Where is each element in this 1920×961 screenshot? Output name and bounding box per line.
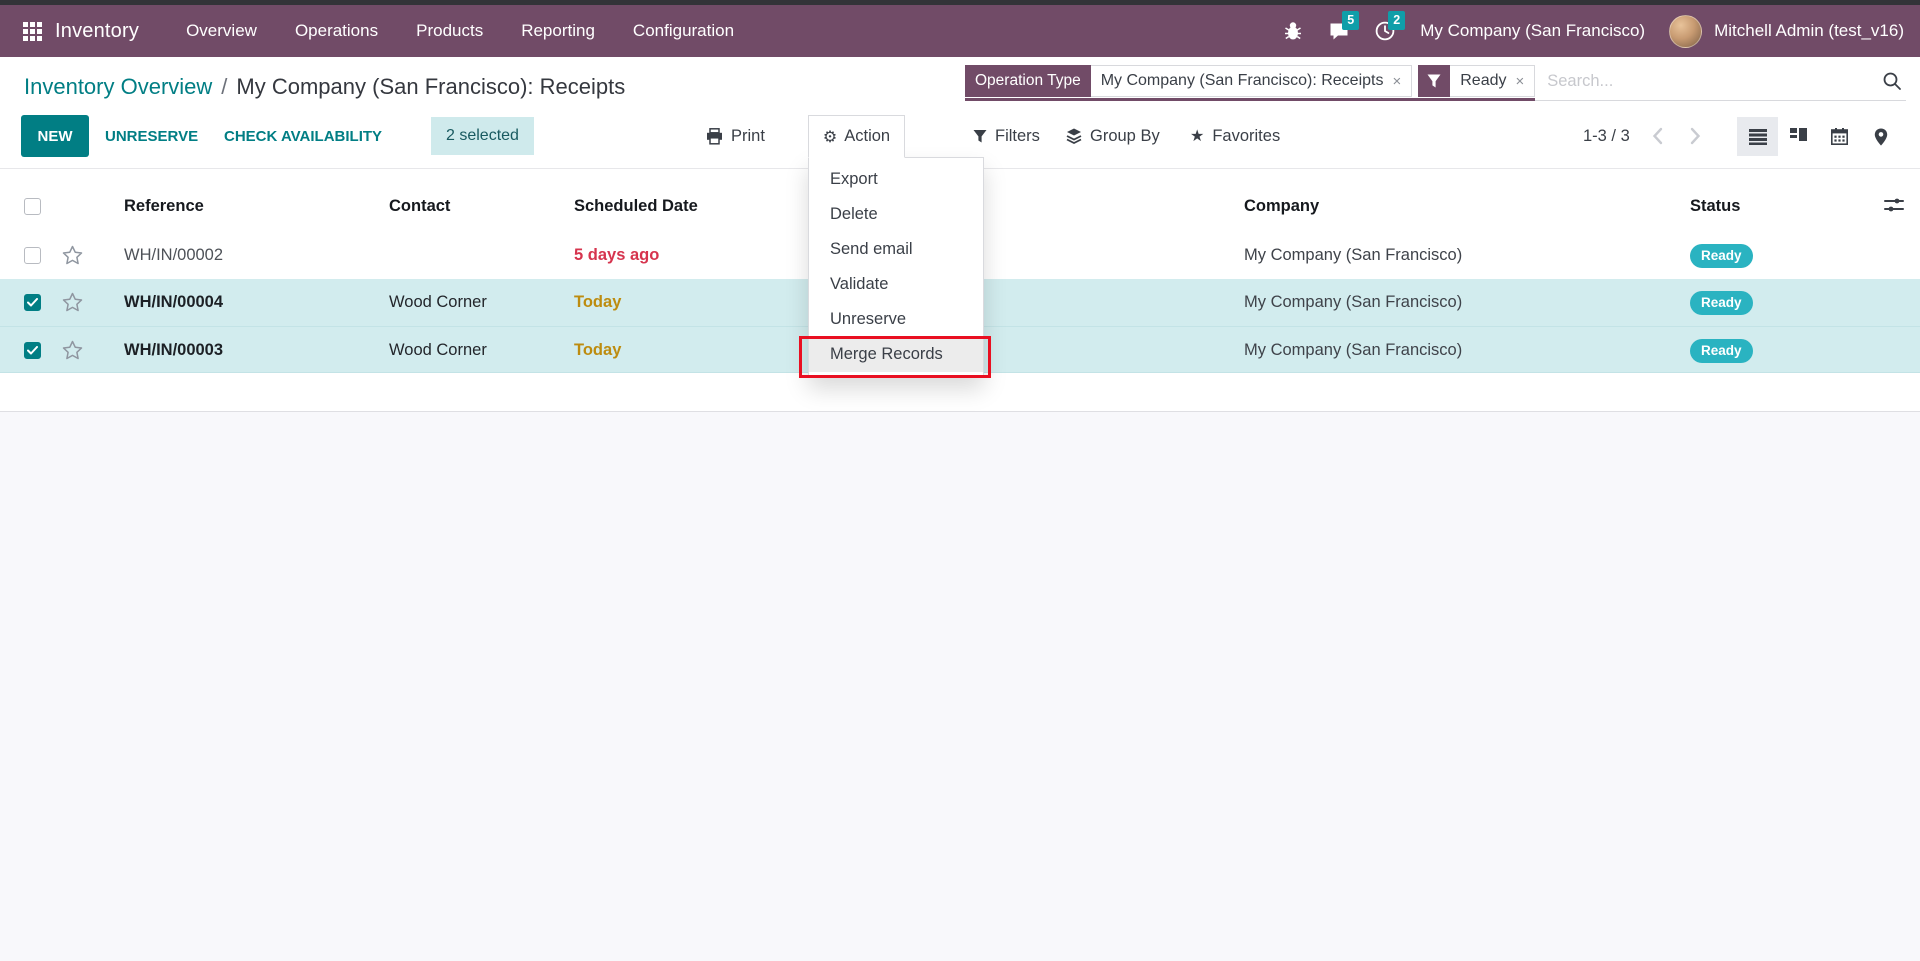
facet-remove-icon[interactable]: × <box>1515 73 1524 90</box>
gear-icon: ⚙ <box>823 129 837 145</box>
view-switcher <box>1737 117 1901 156</box>
facet-operation-type: Operation Type My Company (San Francisco… <box>965 65 1412 97</box>
column-header-reference[interactable]: Reference <box>124 180 204 232</box>
pager-range: 1-3 / 3 <box>1583 115 1630 157</box>
menu-item-delete[interactable]: Delete <box>809 197 983 232</box>
pager-next-icon[interactable] <box>1690 115 1701 157</box>
column-header-contact[interactable]: Contact <box>389 180 450 232</box>
cell-reference: WH/IN/00003 <box>124 327 223 374</box>
filters-label: Filters <box>995 127 1040 146</box>
app-name[interactable]: Inventory <box>55 20 139 43</box>
menu-item-send-email[interactable]: Send email <box>809 232 983 267</box>
column-header-status[interactable]: Status <box>1690 180 1740 232</box>
cell-scheduled-date: Today <box>574 279 621 326</box>
user-menu[interactable]: Mitchell Admin (test_v16) <box>1714 21 1904 41</box>
debug-bug-icon[interactable] <box>1282 20 1304 42</box>
messages-icon[interactable]: 5 <box>1328 20 1350 42</box>
filters-button[interactable]: Filters <box>973 115 1040 157</box>
column-header-scheduled-date[interactable]: Scheduled Date <box>574 180 698 232</box>
menu-item-unreserve[interactable]: Unreserve <box>809 302 983 337</box>
unreserve-button[interactable]: UNRESERVE <box>105 115 198 157</box>
breadcrumb-parent-link[interactable]: Inventory Overview <box>24 74 212 100</box>
row-checkbox[interactable] <box>24 294 41 311</box>
search-bar: Operation Type My Company (San Francisco… <box>965 62 1906 101</box>
menu-products[interactable]: Products <box>416 21 483 41</box>
facet-operation-type-value: My Company (San Francisco): Receipts <box>1101 72 1384 90</box>
filters-funnel-icon <box>973 129 987 143</box>
cell-company: My Company (San Francisco) <box>1244 279 1462 326</box>
avatar[interactable] <box>1669 15 1702 48</box>
select-all-checkbox[interactable] <box>24 198 41 215</box>
page-title: My Company (San Francisco): Receipts <box>236 74 625 100</box>
menu-reporting[interactable]: Reporting <box>521 21 595 41</box>
cell-scheduled-date: 5 days ago <box>574 232 659 279</box>
map-view-icon[interactable] <box>1860 117 1901 156</box>
search-facets: Operation Type My Company (San Francisco… <box>965 65 1535 97</box>
filter-funnel-icon <box>1427 74 1441 88</box>
messages-count-badge: 5 <box>1342 11 1359 30</box>
breadcrumb-separator: / <box>221 74 227 100</box>
menu-item-export[interactable]: Export <box>809 162 983 197</box>
row-checkbox[interactable] <box>24 342 41 359</box>
activities-count-badge: 2 <box>1388 11 1405 30</box>
print-label: Print <box>731 127 765 146</box>
print-button[interactable]: Print <box>706 115 765 157</box>
breadcrumb: Inventory Overview / My Company (San Fra… <box>24 74 625 100</box>
cell-contact: Wood Corner <box>389 279 487 326</box>
list-view-icon[interactable] <box>1737 117 1778 156</box>
facet-operation-type-label: Operation Type <box>965 65 1091 97</box>
favorites-button[interactable]: ★ Favorites <box>1190 115 1280 157</box>
group-by-layers-icon <box>1066 128 1082 144</box>
group-by-label: Group By <box>1090 127 1160 146</box>
status-badge: Ready <box>1690 291 1753 315</box>
search-icon[interactable] <box>1882 71 1902 91</box>
facet-ready: Ready × <box>1418 65 1535 97</box>
action-button[interactable]: ⚙ Action <box>808 115 905 158</box>
systray: 5 2 My Company (San Francisco) Mitchell … <box>1282 15 1920 48</box>
cell-reference: WH/IN/00004 <box>124 279 223 326</box>
odoo-inventory-screen: Inventory Overview Operations Products R… <box>0 0 1920 961</box>
menu-item-merge-records[interactable]: Merge Records <box>809 337 983 372</box>
cell-company: My Company (San Francisco) <box>1244 327 1462 374</box>
menu-operations[interactable]: Operations <box>295 21 378 41</box>
cell-contact: Wood Corner <box>389 327 487 374</box>
selected-count-badge: 2 selected <box>431 117 534 155</box>
status-badge: Ready <box>1690 244 1753 268</box>
group-by-button[interactable]: Group By <box>1066 115 1160 157</box>
favorite-star-icon[interactable] <box>62 340 83 360</box>
cell-reference: WH/IN/00002 <box>124 232 223 279</box>
menu-item-validate[interactable]: Validate <box>809 267 983 302</box>
activities-clock-icon[interactable]: 2 <box>1374 20 1396 42</box>
column-header-company[interactable]: Company <box>1244 180 1319 232</box>
row-checkbox[interactable] <box>24 247 41 264</box>
facet-remove-icon[interactable]: × <box>1392 73 1401 90</box>
main-navbar: Inventory Overview Operations Products R… <box>0 5 1920 57</box>
search-input[interactable] <box>1535 72 1882 91</box>
facet-ready-value: Ready <box>1460 72 1506 90</box>
new-button[interactable]: NEW <box>21 115 89 157</box>
menu-overview[interactable]: Overview <box>186 21 257 41</box>
kanban-view-icon[interactable] <box>1778 117 1819 156</box>
pager-previous-icon[interactable] <box>1652 115 1663 157</box>
favorite-star-icon[interactable] <box>62 245 83 265</box>
page-footer-background <box>0 412 1920 961</box>
column-options-icon[interactable] <box>1884 196 1904 214</box>
favorite-star-icon[interactable] <box>62 292 83 312</box>
cell-scheduled-date: Today <box>574 327 621 374</box>
printer-icon <box>706 128 723 145</box>
calendar-view-icon[interactable] <box>1819 117 1860 156</box>
company-switcher[interactable]: My Company (San Francisco) <box>1420 21 1645 41</box>
menu-configuration[interactable]: Configuration <box>633 21 734 41</box>
app-menu: Overview Operations Products Reporting C… <box>186 21 734 41</box>
favorites-star-icon: ★ <box>1190 128 1204 144</box>
check-availability-button[interactable]: CHECK AVAILABILITY <box>224 115 382 157</box>
action-dropdown-menu: Export Delete Send email Validate Unrese… <box>808 157 984 377</box>
cell-company: My Company (San Francisco) <box>1244 232 1462 279</box>
action-label: Action <box>844 127 890 146</box>
status-badge: Ready <box>1690 339 1753 363</box>
apps-grid-icon[interactable] <box>22 21 42 41</box>
favorites-label: Favorites <box>1212 127 1280 146</box>
